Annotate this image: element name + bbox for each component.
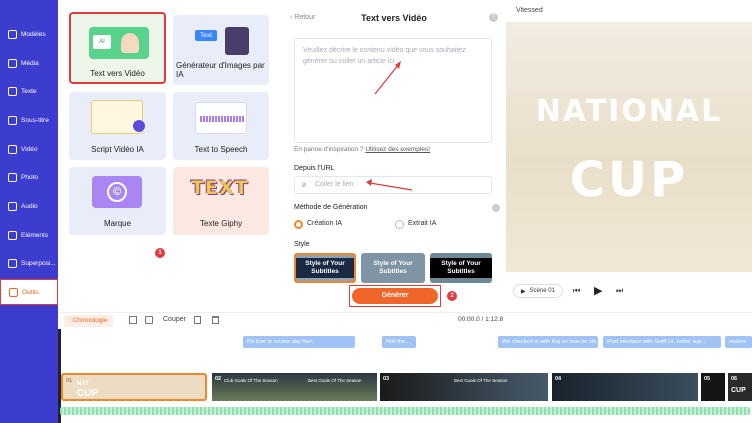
timeline: ⫶ Chronologie Couper 00:00.0 / 1:12.8 It…: [58, 312, 752, 423]
tools-panel: AI Text vers Vidéo Text Générateur d'Ima…: [58, 0, 282, 312]
method-label: Méthode de Génération: [294, 204, 368, 211]
style-card-1[interactable]: Style of Your Subtitles: [294, 253, 356, 283]
subtitle-chip[interactable]: We checked in with Raj on how he shi...: [498, 336, 598, 348]
preview-panel: Vitessed NATIONAL CUP ▶ Scène 01 ⏮ ▶ ⏭: [506, 0, 752, 312]
copyright-icon: ©: [92, 176, 142, 208]
sidebar-item-elements[interactable]: Eléments: [0, 222, 58, 248]
templates-icon: [8, 29, 17, 39]
sidebar-item-outils[interactable]: Outils: [0, 279, 58, 305]
subtitle-chip[interactable]: iPad interface with Swift UI, better sup…: [603, 336, 721, 348]
inspiration-text: En panne d'inspiration ? Utilisez des ex…: [294, 146, 431, 153]
play-icon[interactable]: ▶: [594, 284, 602, 297]
preview-canvas[interactable]: NATIONAL CUP: [506, 22, 752, 272]
style-card-3[interactable]: Style of Your Subtitles: [430, 253, 492, 283]
radio-extrait-ia[interactable]: [395, 220, 404, 229]
tools-icon: [9, 287, 18, 297]
step-marker-2: 2: [447, 291, 457, 301]
ai-portrait-icon: [225, 27, 249, 55]
text-icon: [8, 86, 17, 96]
radio-label: Extrait IA: [408, 220, 437, 227]
subtitle-chip[interactable]: Roll the...: [382, 336, 416, 348]
info-icon[interactable]: [492, 204, 500, 212]
timeline-clip-03[interactable]: 03 Best Goals Of The Season: [380, 373, 548, 401]
ai-label: AI: [93, 35, 111, 49]
person-icon: [121, 33, 139, 53]
play-icon: [133, 120, 145, 132]
help-icon[interactable]: ?: [489, 13, 498, 22]
delete-icon[interactable]: [212, 316, 219, 324]
generate-button[interactable]: Générer: [352, 288, 438, 304]
red-arrow-icon: [374, 61, 401, 95]
timeline-clip-01[interactable]: 01 NAT CUP: [61, 373, 207, 401]
sidebar-item-texte[interactable]: Texte: [0, 78, 58, 104]
overlay-icon: [8, 258, 17, 268]
subtitle-icon: [8, 115, 17, 125]
sidebar-item-audio[interactable]: Audio: [0, 193, 58, 219]
text-to-video-form: ‹ Retour Text vers Vidéo ? Veuillez décr…: [282, 0, 506, 312]
timeline-clip-06[interactable]: 06 CUP: [728, 373, 752, 401]
text-tag: Text: [195, 30, 217, 41]
back-button[interactable]: ‹ Retour: [290, 14, 315, 21]
add-icon[interactable]: [129, 316, 137, 324]
tool-card-text-to-video[interactable]: AI Text vers Vidéo: [69, 12, 166, 84]
waveform-icon: [195, 102, 247, 134]
photo-icon: [8, 172, 17, 182]
sidebar-item-modeles[interactable]: Modèles: [0, 21, 58, 47]
radio-label: Création IA: [307, 220, 343, 227]
tool-card-ai-image-generator[interactable]: Text Générateur d'Images par IA: [173, 15, 269, 85]
copy-icon[interactable]: [194, 316, 201, 324]
tool-card-label: Générateur d'Images par IA: [176, 61, 265, 79]
timeline-clip-04[interactable]: 04: [552, 373, 698, 401]
timeline-clip-05[interactable]: 05: [701, 373, 725, 401]
video-icon: [8, 144, 17, 154]
timeline-clip-02[interactable]: 02 Club Goals Of The Season Best Goals O…: [212, 373, 377, 401]
tool-card-text-to-speech[interactable]: Text to Speech: [173, 92, 269, 160]
tool-card-marque[interactable]: © Marque: [69, 167, 166, 235]
sidebar-item-video[interactable]: Vidéo: [0, 136, 58, 162]
project-name: Vitessed: [516, 7, 543, 14]
tool-card-label: Text vers Vidéo: [90, 69, 145, 78]
sidebar-item-photo[interactable]: Photo: [0, 164, 58, 190]
play-small-icon: ▶: [521, 288, 526, 295]
examples-link[interactable]: Utilisez des exemples!: [365, 146, 430, 153]
tool-card-label: Texte Giphy: [199, 219, 243, 228]
audio-waveform[interactable]: [60, 407, 750, 415]
url-label: Depuis l'URL: [294, 165, 335, 172]
tool-card-label: Text to Speech: [194, 145, 248, 154]
prev-scene-icon[interactable]: ⏮: [573, 286, 580, 296]
style-label: Style: [294, 241, 310, 248]
giphy-text-thumb: TEXT: [191, 177, 249, 199]
scene-selector[interactable]: ▶ Scène 01: [513, 284, 563, 298]
chronologie-toggle[interactable]: ⫶ Chronologie: [64, 315, 113, 327]
media-icon: [8, 58, 17, 68]
style-card-2[interactable]: Style of Your Subtitles: [361, 253, 425, 283]
audio-icon: [8, 201, 17, 211]
step-marker-1: 1: [155, 248, 165, 258]
time-display: 00:00.0 / 1:12.8: [458, 316, 504, 323]
tool-card-label: Script Vidéo IA: [91, 145, 144, 154]
tool-card-ai-video-script[interactable]: Script Vidéo IA: [69, 92, 166, 160]
tool-card-label: Marque: [103, 219, 132, 228]
next-scene-icon[interactable]: ⏭: [616, 286, 623, 296]
subtitle-chip[interactable]: It's time to review day four.: [243, 336, 355, 348]
link-icon: ⊘: [301, 182, 307, 189]
canvas-title: NATIONAL: [535, 94, 723, 129]
radio-creation-ia[interactable]: [294, 220, 303, 229]
red-arrow-icon: [366, 179, 413, 191]
text-to-video-thumb: AI: [89, 27, 149, 59]
subtitle-chip[interactable]: restore: [725, 336, 752, 348]
sidebar-item-superposition[interactable]: Superposi...: [0, 250, 58, 276]
couper-button[interactable]: Couper: [163, 316, 186, 323]
tool-card-texte-giphy[interactable]: TEXT Texte Giphy: [173, 167, 269, 235]
canvas-subtitle: CUP: [569, 152, 689, 208]
sidebar-item-media[interactable]: Média: [0, 50, 58, 76]
elements-icon: [8, 230, 17, 240]
sidebar: Modèles Média Texte Sous-titre Vidéo Pho…: [0, 0, 58, 423]
page-title: Text vers Vidéo: [361, 13, 427, 23]
split-icon[interactable]: [145, 316, 153, 324]
sidebar-item-sous-titre[interactable]: Sous-titre: [0, 107, 58, 133]
